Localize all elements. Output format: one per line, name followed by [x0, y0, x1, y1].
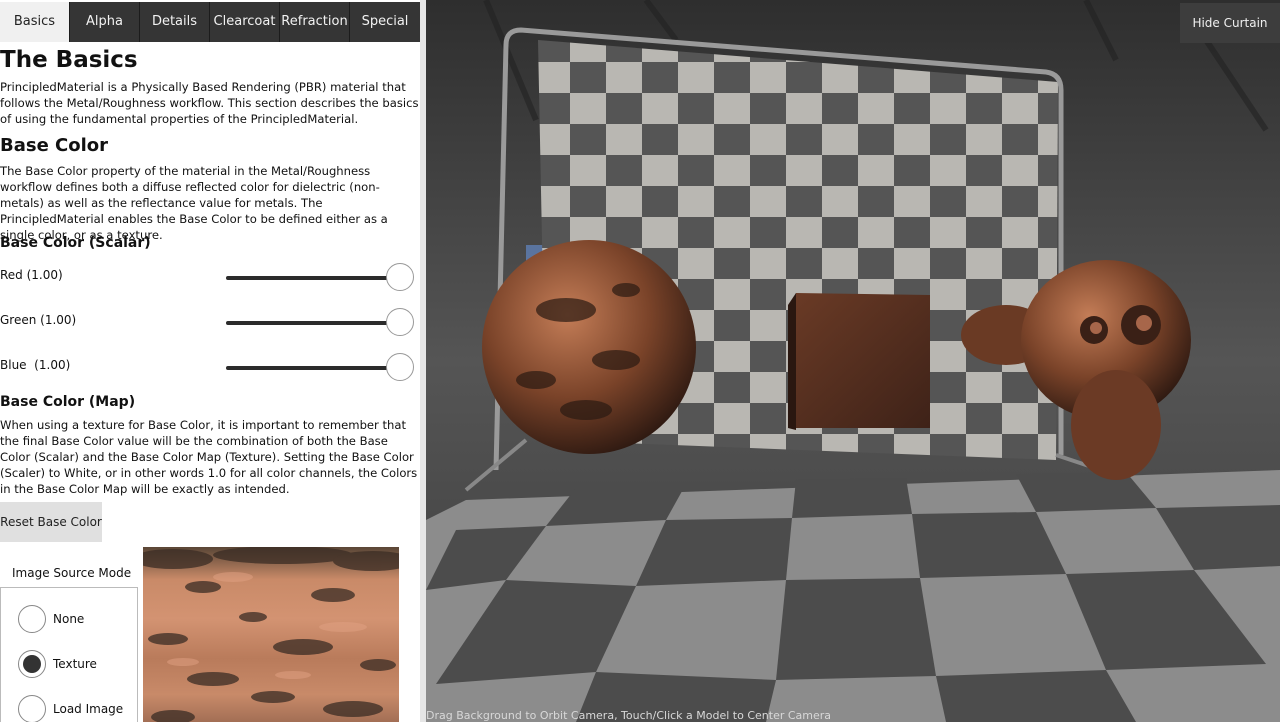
camera-hint-text: Drag Background to Orbit Camera, Touch/C…: [426, 709, 832, 722]
red-slider-handle[interactable]: [386, 263, 414, 291]
image-source-mode-label: Image Source Mode: [12, 566, 132, 580]
3d-viewport[interactable]: Hide Curtain Drag Background to Orbit Ca…: [426, 0, 1280, 722]
tab-special[interactable]: Special: [350, 2, 420, 42]
base-color-description: The Base Color property of the material …: [0, 164, 388, 243]
radio-texture[interactable]: [18, 650, 46, 678]
intro-text: PrincipledMaterial is a Physically Based…: [0, 80, 419, 127]
green-slider-label: Green (1.00): [0, 313, 77, 327]
tab-basics[interactable]: Basics: [0, 2, 70, 42]
tab-bar: Basics Alpha Details Clearcoat Refractio…: [0, 2, 420, 42]
tab-details[interactable]: Details: [140, 2, 210, 42]
radio-texture-label[interactable]: Texture: [53, 657, 97, 671]
hide-curtain-button[interactable]: Hide Curtain: [1180, 3, 1280, 43]
image-source-mode-group: None Texture Load Image: [0, 587, 138, 722]
radio-none[interactable]: [18, 605, 46, 633]
base-color-heading: Base Color: [0, 135, 109, 156]
map-heading: Base Color (Map): [0, 394, 136, 410]
blue-slider-handle[interactable]: [386, 353, 414, 381]
settings-panel: Basics Alpha Details Clearcoat Refractio…: [0, 0, 420, 722]
scene-render[interactable]: [426, 0, 1280, 722]
red-slider-row: Red (1.00): [0, 260, 420, 294]
red-slider-track[interactable]: [226, 276, 398, 280]
tab-refraction[interactable]: Refraction: [280, 2, 350, 42]
reset-base-color-button[interactable]: Reset Base Color: [0, 502, 102, 542]
green-slider-row: Green (1.00): [0, 305, 420, 339]
red-slider-label: Red (1.00): [0, 268, 63, 282]
page-title: The Basics: [0, 47, 138, 73]
green-slider-track[interactable]: [226, 321, 398, 325]
green-slider-handle[interactable]: [386, 308, 414, 336]
blue-slider-row: Blue (1.00): [0, 350, 420, 384]
blue-slider-label: Blue (1.00): [0, 358, 71, 372]
tab-clearcoat[interactable]: Clearcoat: [210, 2, 280, 42]
map-description: When using a texture for Base Color, it …: [0, 418, 418, 497]
radio-none-label[interactable]: None: [53, 612, 84, 626]
radio-load-image-label[interactable]: Load Image: [53, 702, 123, 716]
scalar-heading: Base Color (Scalar): [0, 235, 151, 251]
content-area: The Basics PrincipledMaterial is a Physi…: [0, 42, 420, 722]
base-color-texture-preview: [143, 547, 399, 722]
blue-slider-track[interactable]: [226, 366, 398, 370]
tab-alpha[interactable]: Alpha: [70, 2, 140, 42]
radio-load-image[interactable]: [18, 695, 46, 722]
